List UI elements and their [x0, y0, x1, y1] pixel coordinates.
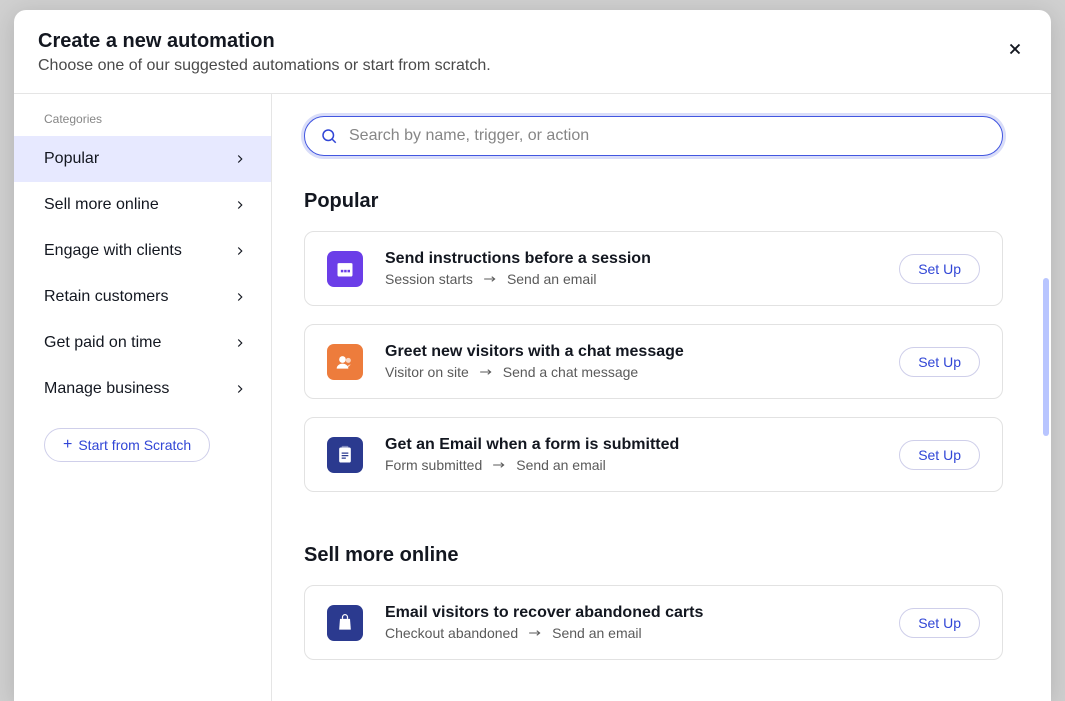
sidebar-item-label: Retain customers: [44, 288, 169, 306]
calendar-icon: [327, 251, 363, 287]
card-text: Get an Email when a form is submitted For…: [385, 436, 877, 473]
card-trigger: Form submitted: [385, 457, 482, 473]
section-title: Popular: [304, 190, 1003, 213]
chevron-right-icon: [233, 336, 247, 350]
sidebar-item-sell-more-online[interactable]: Sell more online: [14, 182, 271, 228]
card-text: Email visitors to recover abandoned cart…: [385, 604, 877, 641]
automation-card: Greet new visitors with a chat message Vi…: [304, 324, 1003, 399]
search-icon: [320, 127, 338, 145]
chevron-right-icon: [233, 244, 247, 258]
arrow-right-icon: [528, 628, 542, 638]
sidebar-item-label: Popular: [44, 150, 99, 168]
setup-button[interactable]: Set Up: [899, 440, 980, 470]
setup-button[interactable]: Set Up: [899, 608, 980, 638]
automation-card: Email visitors to recover abandoned cart…: [304, 585, 1003, 660]
modal-subtitle: Choose one of our suggested automations …: [38, 57, 1027, 75]
automation-card: Get an Email when a form is submitted For…: [304, 417, 1003, 492]
sections-container: Popular Send instructions before a sessio…: [304, 190, 1003, 660]
card-action: Send an email: [516, 457, 606, 473]
sidebar-item-label: Engage with clients: [44, 242, 182, 260]
card-trigger: Session starts: [385, 271, 473, 287]
sidebar-item-manage-business[interactable]: Manage business: [14, 366, 271, 412]
clipboard-icon: [327, 437, 363, 473]
close-icon: [1006, 40, 1024, 61]
arrow-right-icon: [479, 367, 493, 377]
sidebar-item-retain-customers[interactable]: Retain customers: [14, 274, 271, 320]
card-trigger: Checkout abandoned: [385, 625, 518, 641]
sidebar-item-engage-with-clients[interactable]: Engage with clients: [14, 228, 271, 274]
start-from-scratch-label: Start from Scratch: [78, 437, 191, 453]
modal-body: Categories Popular Sell more online Engage…: [14, 94, 1051, 701]
plus-icon: +: [63, 436, 72, 454]
chevron-right-icon: [233, 382, 247, 396]
close-button[interactable]: [1001, 36, 1029, 64]
start-from-scratch-button[interactable]: + Start from Scratch: [44, 428, 210, 462]
chevron-right-icon: [233, 198, 247, 212]
card-meta: Checkout abandoned Send an email: [385, 625, 877, 641]
sidebar-heading: Categories: [14, 112, 271, 136]
people-icon: [327, 344, 363, 380]
sidebar-item-label: Manage business: [44, 380, 169, 398]
card-text: Greet new visitors with a chat message Vi…: [385, 343, 877, 380]
section-title: Sell more online: [304, 544, 1003, 567]
setup-button[interactable]: Set Up: [899, 347, 980, 377]
sidebar-item-label: Get paid on time: [44, 334, 161, 352]
main-content: Popular Send instructions before a sessio…: [272, 94, 1051, 701]
sidebar: Categories Popular Sell more online Engage…: [14, 94, 272, 701]
search-input[interactable]: [304, 116, 1003, 156]
card-meta: Form submitted Send an email: [385, 457, 877, 473]
card-action: Send a chat message: [503, 364, 638, 380]
card-action: Send an email: [507, 271, 597, 287]
sidebar-item-popular[interactable]: Popular: [14, 136, 271, 182]
sidebar-list: Popular Sell more online Engage with clien…: [14, 136, 271, 412]
bag-icon: [327, 605, 363, 641]
card-action: Send an email: [552, 625, 642, 641]
automation-card: Send instructions before a session Sessio…: [304, 231, 1003, 306]
card-text: Send instructions before a session Sessio…: [385, 250, 877, 287]
search-container: [304, 116, 1003, 156]
card-title: Send instructions before a session: [385, 250, 877, 268]
chevron-right-icon: [233, 152, 247, 166]
modal-title: Create a new automation: [38, 30, 1027, 53]
arrow-right-icon: [492, 460, 506, 470]
create-automation-modal: Create a new automation Choose one of ou…: [14, 10, 1051, 701]
scrollbar-thumb[interactable]: [1043, 278, 1049, 436]
arrow-right-icon: [483, 274, 497, 284]
card-meta: Session starts Send an email: [385, 271, 877, 287]
card-title: Email visitors to recover abandoned cart…: [385, 604, 877, 622]
card-title: Greet new visitors with a chat message: [385, 343, 877, 361]
card-trigger: Visitor on site: [385, 364, 469, 380]
sidebar-item-label: Sell more online: [44, 196, 159, 214]
modal-header: Create a new automation Choose one of ou…: [14, 10, 1051, 94]
sidebar-item-get-paid-on-time[interactable]: Get paid on time: [14, 320, 271, 366]
card-title: Get an Email when a form is submitted: [385, 436, 877, 454]
setup-button[interactable]: Set Up: [899, 254, 980, 284]
chevron-right-icon: [233, 290, 247, 304]
card-meta: Visitor on site Send a chat message: [385, 364, 877, 380]
